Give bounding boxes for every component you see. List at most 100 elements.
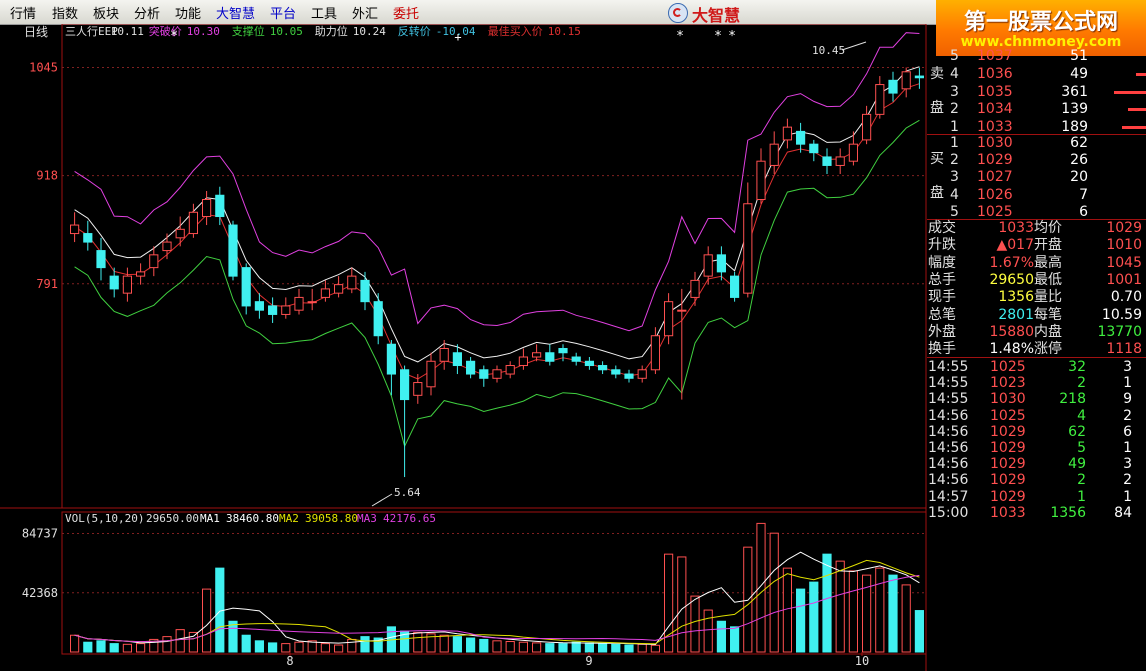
candle-body-45[interactable] bbox=[664, 301, 674, 337]
volume-bar-57[interactable] bbox=[822, 553, 832, 653]
candle-body-51[interactable] bbox=[743, 203, 753, 294]
volume-bar-16[interactable] bbox=[281, 643, 291, 653]
volume-bar-62[interactable] bbox=[888, 574, 898, 653]
candle-body-39[interactable] bbox=[584, 360, 594, 367]
candle-body-4[interactable] bbox=[122, 275, 132, 294]
candle-body-35[interactable] bbox=[532, 352, 542, 358]
menu-item-7[interactable]: 工具 bbox=[311, 3, 337, 22]
menu-item-4[interactable]: 功能 bbox=[175, 3, 201, 22]
candle-body-6[interactable] bbox=[149, 254, 159, 269]
volume-bar-32[interactable] bbox=[492, 640, 502, 653]
candle-body-10[interactable] bbox=[202, 199, 212, 218]
volume-bar-37[interactable] bbox=[558, 643, 568, 653]
candle-body-5[interactable] bbox=[136, 271, 146, 277]
candle-body-1[interactable] bbox=[83, 233, 93, 243]
menu-item-2[interactable]: 板块 bbox=[93, 3, 119, 22]
candle-body-59[interactable] bbox=[848, 143, 858, 162]
volume-bar-44[interactable] bbox=[650, 644, 660, 653]
candle-body-15[interactable] bbox=[268, 305, 278, 315]
candle-body-44[interactable] bbox=[650, 335, 660, 371]
candle-body-19[interactable] bbox=[320, 288, 330, 298]
candle-body-56[interactable] bbox=[809, 143, 819, 154]
candle-body-2[interactable] bbox=[96, 250, 106, 269]
menu-item-0[interactable]: 行情 bbox=[10, 3, 36, 22]
volume-bar-5[interactable] bbox=[136, 643, 146, 653]
candle-body-42[interactable] bbox=[624, 373, 634, 379]
candle-body-62[interactable] bbox=[888, 79, 898, 94]
candle-body-18[interactable] bbox=[307, 301, 317, 304]
candle-body-17[interactable] bbox=[294, 296, 304, 311]
volume-bar-35[interactable] bbox=[532, 642, 542, 653]
candle-body-32[interactable] bbox=[492, 369, 502, 379]
volume-bar-42[interactable] bbox=[624, 644, 634, 653]
candle-body-41[interactable] bbox=[611, 369, 621, 375]
volume-bar-29[interactable] bbox=[452, 636, 462, 653]
volume-bar-52[interactable] bbox=[756, 522, 766, 653]
candle-body-52[interactable] bbox=[756, 160, 766, 201]
candle-body-54[interactable] bbox=[782, 126, 792, 141]
candle-body-21[interactable] bbox=[347, 275, 357, 290]
candle-body-22[interactable] bbox=[360, 279, 370, 303]
candle-body-27[interactable] bbox=[426, 360, 436, 388]
candle-body-36[interactable] bbox=[545, 352, 555, 362]
menu-item-3[interactable]: 分析 bbox=[134, 3, 160, 22]
candle-body-33[interactable] bbox=[505, 365, 515, 375]
candle-body-50[interactable] bbox=[730, 275, 740, 298]
candle-body-20[interactable] bbox=[334, 284, 344, 294]
candle-body-34[interactable] bbox=[518, 356, 528, 367]
volume-bar-22[interactable] bbox=[360, 636, 370, 653]
volume-bar-63[interactable] bbox=[901, 584, 911, 653]
volume-bar-47[interactable] bbox=[690, 595, 700, 653]
candle-body-12[interactable] bbox=[228, 224, 238, 277]
volume-bar-20[interactable] bbox=[334, 644, 344, 653]
volume-bar-36[interactable] bbox=[545, 643, 555, 653]
candle-body-64[interactable] bbox=[914, 75, 924, 79]
candle-body-23[interactable] bbox=[373, 301, 383, 337]
volume-bar-17[interactable] bbox=[294, 641, 304, 653]
menu-item-1[interactable]: 指数 bbox=[52, 3, 78, 22]
volume-bar-48[interactable] bbox=[703, 609, 713, 653]
volume-bar-0[interactable] bbox=[70, 634, 80, 653]
volume-bar-8[interactable] bbox=[175, 629, 185, 653]
candle-body-49[interactable] bbox=[716, 254, 726, 273]
volume-bar-58[interactable] bbox=[835, 560, 845, 653]
volume-bar-31[interactable] bbox=[479, 638, 489, 653]
candle-body-40[interactable] bbox=[598, 365, 608, 371]
volume-bar-26[interactable] bbox=[413, 631, 423, 653]
volume-bar-61[interactable] bbox=[875, 567, 885, 653]
candle-body-58[interactable] bbox=[835, 156, 845, 166]
candle-body-16[interactable] bbox=[281, 305, 291, 315]
candle-body-57[interactable] bbox=[822, 156, 832, 166]
volume-bar-1[interactable] bbox=[83, 641, 93, 653]
candle-body-29[interactable] bbox=[452, 352, 462, 367]
volume-bar-28[interactable] bbox=[439, 634, 449, 653]
volume-bar-7[interactable] bbox=[162, 636, 172, 653]
menu-item-6[interactable]: 平台 bbox=[270, 3, 296, 22]
candle-body-0[interactable] bbox=[70, 224, 80, 235]
menu-item-9[interactable]: 委托 bbox=[393, 3, 419, 22]
candle-body-43[interactable] bbox=[637, 369, 647, 379]
candle-body-9[interactable] bbox=[188, 211, 198, 235]
candle-body-46[interactable] bbox=[677, 309, 687, 312]
volume-bar-40[interactable] bbox=[598, 643, 608, 653]
volume-bar-15[interactable] bbox=[268, 642, 278, 653]
volume-bar-9[interactable] bbox=[188, 631, 198, 653]
volume-bar-2[interactable] bbox=[96, 640, 106, 653]
volume-bar-13[interactable] bbox=[241, 634, 251, 653]
candle-body-3[interactable] bbox=[109, 275, 119, 290]
candle-body-25[interactable] bbox=[400, 369, 410, 401]
volume-bar-39[interactable] bbox=[584, 642, 594, 653]
candle-body-61[interactable] bbox=[875, 84, 885, 115]
volume-bar-55[interactable] bbox=[796, 588, 806, 653]
volume-bar-14[interactable] bbox=[254, 640, 264, 653]
volume-bar-19[interactable] bbox=[320, 643, 330, 653]
volume-bar-53[interactable] bbox=[769, 532, 779, 653]
volume-bar-12[interactable] bbox=[228, 620, 238, 653]
volume-bar-10[interactable] bbox=[202, 588, 212, 653]
volume-bar-50[interactable] bbox=[730, 626, 740, 653]
volume-bar-64[interactable] bbox=[914, 610, 924, 653]
menu-item-5[interactable]: 大智慧 bbox=[216, 3, 255, 22]
volume-bar-41[interactable] bbox=[611, 643, 621, 653]
volume-bar-21[interactable] bbox=[347, 638, 357, 653]
candle-body-63[interactable] bbox=[901, 71, 911, 90]
